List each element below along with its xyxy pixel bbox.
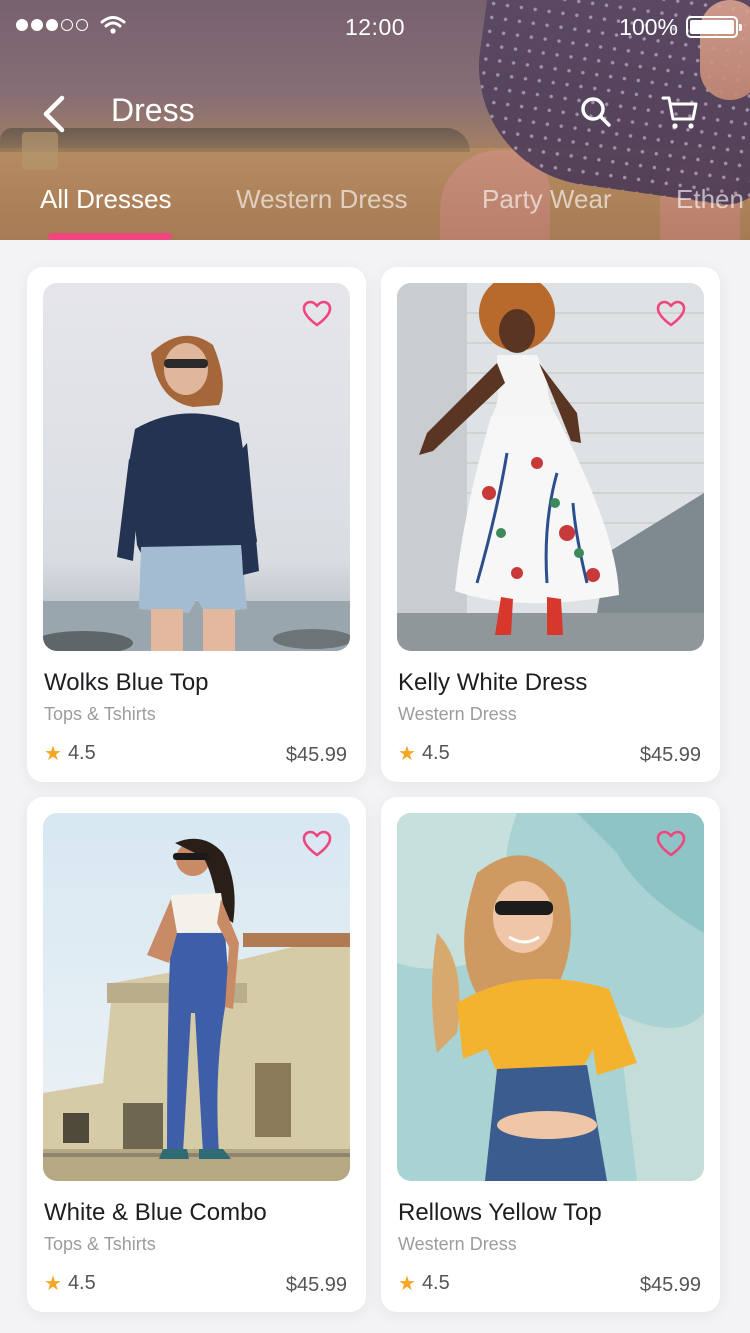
product-card[interactable]: White & Blue Combo Tops & Tshirts ★ 4.5 … <box>27 797 366 1312</box>
product-rating: ★ 4.5 <box>44 742 96 765</box>
status-bar: 12:00 100% <box>0 0 750 54</box>
rating-value: 4.5 <box>421 742 450 764</box>
favorite-button[interactable] <box>300 297 334 331</box>
heart-outline-icon <box>656 830 686 857</box>
nav-bar: Dress <box>0 80 750 144</box>
product-card[interactable]: Wolks Blue Top Tops & Tshirts ★ 4.5 $45.… <box>27 267 366 782</box>
chevron-left-icon <box>43 95 65 133</box>
product-category: Western Dress <box>398 704 517 724</box>
product-image[interactable] <box>397 283 704 651</box>
battery-icon <box>686 16 742 38</box>
active-tab-indicator <box>48 233 172 240</box>
product-image[interactable] <box>43 283 350 651</box>
favorite-button[interactable] <box>654 827 688 861</box>
page-title: Dress <box>111 92 195 128</box>
tab-all-dresses[interactable]: All Dresses <box>40 184 171 215</box>
product-card[interactable]: Rellows Yellow Top Western Dress ★ 4.5 $… <box>381 797 720 1312</box>
product-card[interactable]: Kelly White Dress Western Dress ★ 4.5 $4… <box>381 267 720 782</box>
rating-value: 4.5 <box>67 742 96 764</box>
product-rating: ★ 4.5 <box>44 1272 96 1295</box>
product-name[interactable]: Kelly White Dress <box>398 669 587 697</box>
heart-outline-icon <box>302 300 332 327</box>
product-category: Tops & Tshirts <box>44 1234 156 1254</box>
cart-button[interactable] <box>660 92 700 132</box>
product-rating: ★ 4.5 <box>398 1272 450 1295</box>
star-icon: ★ <box>398 742 416 765</box>
product-category: Western Dress <box>398 1234 517 1254</box>
product-price: $45.99 <box>285 1274 347 1296</box>
tab-party-wear[interactable]: Party Wear <box>482 184 612 215</box>
tab-ethnic[interactable]: Ethen <box>676 184 744 215</box>
star-icon: ★ <box>44 1272 62 1295</box>
back-button[interactable] <box>36 94 72 134</box>
favorite-button[interactable] <box>654 297 688 331</box>
star-icon: ★ <box>44 742 62 765</box>
product-price: $45.99 <box>639 744 701 766</box>
rating-value: 4.5 <box>421 1272 450 1294</box>
cart-icon <box>661 96 698 129</box>
tab-western-dress[interactable]: Western Dress <box>236 184 407 215</box>
star-icon: ★ <box>398 1272 416 1295</box>
product-price: $45.99 <box>285 744 347 766</box>
product-category: Tops & Tshirts <box>44 704 156 724</box>
favorite-button[interactable] <box>300 827 334 861</box>
product-name[interactable]: White & Blue Combo <box>44 1199 267 1227</box>
product-image[interactable] <box>397 813 704 1181</box>
product-name[interactable]: Rellows Yellow Top <box>398 1199 602 1227</box>
battery-percent: 100% <box>619 14 678 40</box>
heart-outline-icon <box>302 830 332 857</box>
product-image[interactable] <box>43 813 350 1181</box>
header: 12:00 100% Dress All Dresses Western Dre… <box>0 0 750 240</box>
rating-value: 4.5 <box>67 1272 96 1294</box>
heart-outline-icon <box>656 300 686 327</box>
search-icon <box>581 97 611 127</box>
product-rating: ★ 4.5 <box>398 742 450 765</box>
product-price: $45.99 <box>639 1274 701 1296</box>
product-name[interactable]: Wolks Blue Top <box>44 669 209 697</box>
category-tabs: All Dresses Western Dress Party Wear Eth… <box>0 184 750 240</box>
search-button[interactable] <box>578 94 614 130</box>
